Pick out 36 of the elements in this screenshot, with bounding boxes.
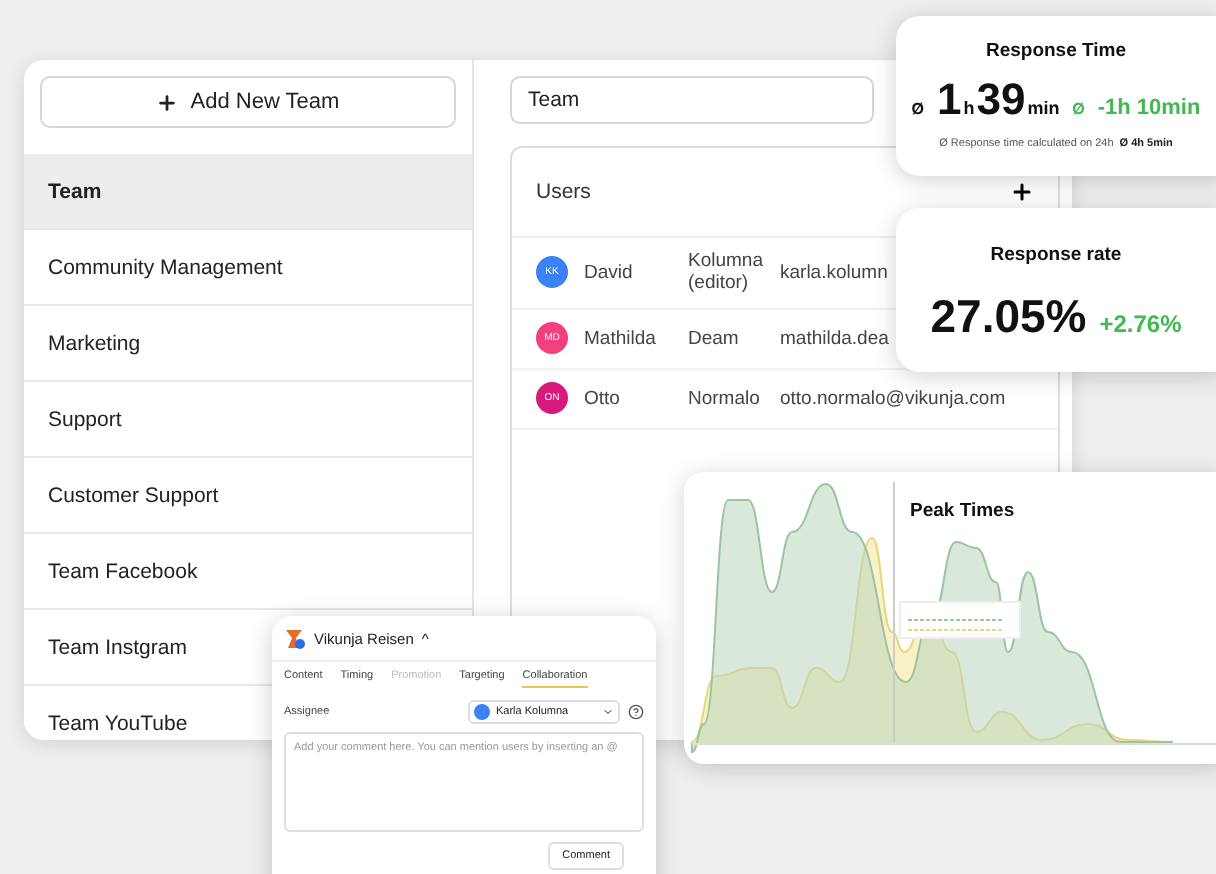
user-email: otto.normalo@vikunja.com <box>780 387 1008 410</box>
average-symbol: Ø <box>1072 100 1085 118</box>
chart-title: Peak Times <box>910 500 1015 522</box>
plus-icon <box>156 91 179 113</box>
user-email: mathilda.dea <box>780 327 891 350</box>
team-item[interactable]: Customer Support <box>24 458 472 534</box>
team-item[interactable]: Marketing <box>24 306 472 382</box>
user-last-name: Kolumna (editor) <box>688 250 765 296</box>
hours-value: 1 <box>936 74 962 126</box>
team-item[interactable]: Team Facebook <box>24 534 472 610</box>
chevron-icon <box>602 706 614 718</box>
average-symbol: Ø <box>911 100 925 118</box>
user-last-name: Deam <box>688 327 741 350</box>
user-email: karla.kolumn <box>780 261 890 284</box>
add-team-button[interactable]: Add New Team <box>40 76 456 128</box>
logo-icon <box>284 628 306 650</box>
team-item[interactable]: Community Management <box>24 230 472 306</box>
avatar-icon <box>474 704 490 720</box>
user-last-name: Normalo <box>688 387 762 410</box>
rate-change: +2.76% <box>1099 310 1182 338</box>
card-title: Response Time <box>985 40 1127 62</box>
hours-unit: h <box>963 98 975 118</box>
team-item[interactable]: Team <box>24 154 472 230</box>
card-title: Response rate <box>990 244 1122 266</box>
user-first-name: Mathilda <box>584 327 658 350</box>
users-title: Users <box>536 180 591 204</box>
minutes-value: 39 <box>976 74 1026 126</box>
team-name-field[interactable]: Team <box>510 76 874 124</box>
team-item[interactable]: Support <box>24 382 472 458</box>
user-first-name: Otto <box>584 387 622 410</box>
rate-value: 27.05% <box>930 290 1087 344</box>
time-change: -1h 10min <box>1097 96 1201 120</box>
help-icon[interactable] <box>628 704 644 720</box>
minutes-unit: min <box>1027 98 1060 118</box>
user-first-name: David <box>584 261 635 284</box>
chart-tooltip <box>899 601 1021 639</box>
